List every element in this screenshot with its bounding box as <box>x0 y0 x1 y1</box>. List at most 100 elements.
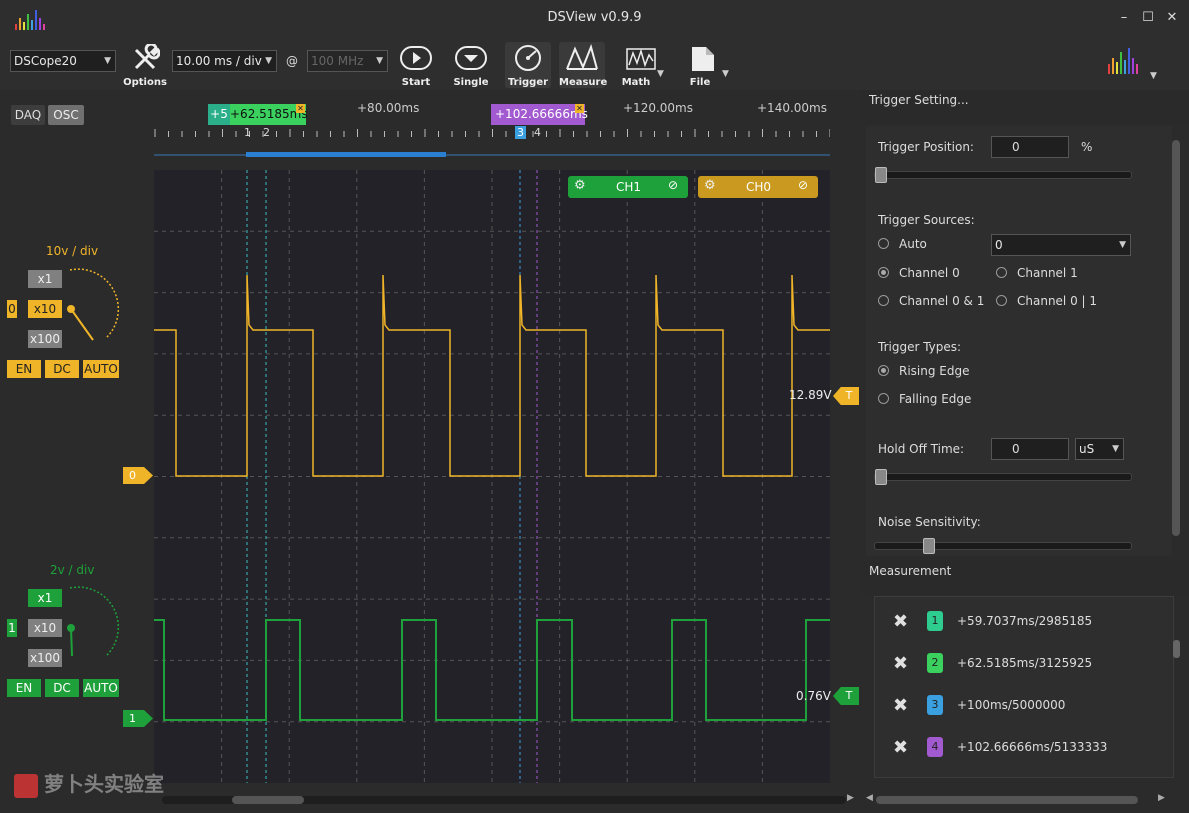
ch1-scale-x10[interactable]: x10 <box>28 619 62 637</box>
plot-hscrollbar[interactable] <box>162 796 846 804</box>
ch0-scale-x1[interactable]: x1 <box>28 270 62 288</box>
ch1-coupling-button[interactable]: DC <box>45 679 79 697</box>
type-rising-label: Rising Edge <box>899 364 970 378</box>
ch0-vdiv-knob[interactable] <box>60 262 124 352</box>
ch0-coupling-button[interactable]: DC <box>45 360 79 378</box>
ch1-vdiv-knob[interactable] <box>60 580 124 670</box>
remove-measure-icon[interactable]: ✖ <box>893 737 908 758</box>
measurement-scrollbar[interactable] <box>1173 640 1180 658</box>
trigger-button[interactable]: Trigger <box>505 42 551 88</box>
remove-measure-icon[interactable]: ✖ <box>893 653 908 674</box>
ch1-trigger-marker[interactable]: T <box>833 687 859 705</box>
ch0-scale-x100[interactable]: x100 <box>28 330 62 348</box>
holdoff-slider[interactable] <box>874 473 1132 481</box>
cursor-b-flag[interactable]: +102.66666ms ✕ <box>491 104 588 125</box>
auto-channel-value: 0 <box>995 238 1003 252</box>
trigger-position-input[interactable]: 0 <box>991 136 1069 158</box>
timebase-select[interactable]: 10.00 ms / div ▼ <box>172 50 277 72</box>
trigger-position-handle[interactable] <box>875 167 887 183</box>
ch0-auto-button[interactable]: AUTO <box>83 360 119 378</box>
measure-button[interactable]: Measure <box>559 42 607 88</box>
eye-hidden-icon[interactable]: ⊘ <box>798 178 808 192</box>
noise-handle[interactable] <box>923 538 935 554</box>
cursor-num-2: 2 <box>263 126 270 139</box>
trigger-scrollbar[interactable] <box>1172 140 1180 536</box>
ch1-tag-label: CH1 <box>616 180 642 194</box>
samplerate-select[interactable]: 100 MHz ▼ <box>307 50 388 72</box>
start-button[interactable]: Start <box>393 42 439 88</box>
ch1-auto-button[interactable]: AUTO <box>83 679 119 697</box>
type-rising-radio[interactable] <box>878 365 889 376</box>
eye-hidden-icon[interactable]: ⊘ <box>668 178 678 192</box>
src-or-radio[interactable] <box>996 295 1007 306</box>
maximize-button[interactable]: ☐ <box>1137 8 1159 28</box>
single-label: Single <box>453 77 489 88</box>
play-icon <box>400 46 432 70</box>
ch1-tag[interactable]: ⚙ CH1 ⊘ <box>568 176 688 198</box>
auto-channel-select[interactable]: 0 ▼ <box>991 234 1131 256</box>
ch0-trigger-marker[interactable]: T <box>833 387 859 405</box>
measure-id-badge: 2 <box>927 653 943 673</box>
ch1-enable-button[interactable]: EN <box>7 679 41 697</box>
ch1-scale-x1[interactable]: x1 <box>28 589 62 607</box>
cursor-a-flag[interactable]: +5 +62.5185ms ✕ <box>208 104 308 125</box>
noise-slider[interactable] <box>874 542 1132 550</box>
measure-value: +102.66666ms/5133333 <box>957 740 1108 754</box>
minimize-button[interactable]: – <box>1113 8 1135 28</box>
remove-measure-icon[interactable]: ✖ <box>893 695 908 716</box>
ruler-tick-label: +120.00ms <box>623 101 693 115</box>
scroll-right-icon[interactable]: ▶ <box>847 793 854 803</box>
cursor-a-prefix: +5 <box>208 104 230 125</box>
math-menu-arrow-icon[interactable]: ▼ <box>657 69 664 79</box>
src-ch0-radio[interactable] <box>878 267 889 278</box>
gear-icon[interactable]: ⚙ <box>574 178 586 193</box>
measure-value: +59.7037ms/2985185 <box>957 614 1093 628</box>
measurement-panel-title: Measurement <box>861 561 1189 595</box>
plot-hscroll-thumb[interactable] <box>232 796 304 804</box>
file-button[interactable]: File <box>680 42 726 88</box>
close-button[interactable]: ✕ <box>1161 8 1183 28</box>
type-falling-radio[interactable] <box>878 393 889 404</box>
device-select[interactable]: DSCope20 ▼ <box>10 50 116 72</box>
trigger-position-slider[interactable] <box>874 171 1132 179</box>
math-label: Math <box>621 77 651 88</box>
measure-value: +62.5185ms/3125925 <box>957 656 1093 670</box>
ch1-index-badge: 1 <box>7 619 17 637</box>
daq-mode-button[interactable]: DAQ <box>11 105 45 125</box>
trigger-label: Trigger <box>507 77 549 88</box>
options-button[interactable]: Options <box>122 42 168 88</box>
ch0-tag[interactable]: ⚙ CH0 ⊘ <box>698 176 818 198</box>
osc-mode-button[interactable]: OSC <box>48 105 84 125</box>
measure-id-badge: 3 <box>927 695 943 715</box>
ch1-scale-x100[interactable]: x100 <box>28 649 62 667</box>
holdoff-handle[interactable] <box>875 469 887 485</box>
file-menu-arrow-icon[interactable]: ▼ <box>722 69 729 79</box>
ch0-enable-button[interactable]: EN <box>7 360 41 378</box>
holdoff-unit-select[interactable]: uS ▼ <box>1075 438 1124 460</box>
single-button[interactable]: Single <box>448 42 494 88</box>
src-and-label: Channel 0 & 1 <box>899 294 985 308</box>
holdoff-input[interactable]: 0 <box>991 438 1069 460</box>
chevron-down-icon: ▼ <box>265 56 272 66</box>
ruler-tick-label: +140.00ms <box>757 101 827 115</box>
ch0-scale-x10[interactable]: x10 <box>28 300 62 318</box>
visible-range-bar[interactable] <box>246 152 446 157</box>
scroll-left-icon[interactable]: ◀ <box>866 793 873 803</box>
src-and-radio[interactable] <box>878 295 889 306</box>
chevron-down-icon: ▼ <box>376 56 383 66</box>
src-auto-radio[interactable] <box>878 238 889 249</box>
trigger-panel-title: Trigger Setting... <box>861 90 1189 124</box>
close-icon[interactable]: ✕ <box>575 104 584 113</box>
gear-icon[interactable]: ⚙ <box>704 178 716 193</box>
scroll-right-icon[interactable]: ▶ <box>1158 793 1165 803</box>
start-label: Start <box>401 77 431 88</box>
remove-measure-icon[interactable]: ✖ <box>893 611 908 632</box>
logo-menu-arrow-icon[interactable]: ▼ <box>1150 71 1157 81</box>
src-ch1-radio[interactable] <box>996 267 1007 278</box>
waveform-plot[interactable] <box>154 170 830 783</box>
close-icon[interactable]: ✕ <box>296 104 305 113</box>
panel-hscrollbar[interactable] <box>876 796 1138 804</box>
samplerate-value: 100 MHz <box>311 54 364 68</box>
math-button[interactable]: Math <box>618 42 664 88</box>
dsview-logo-icon[interactable] <box>1106 44 1146 76</box>
